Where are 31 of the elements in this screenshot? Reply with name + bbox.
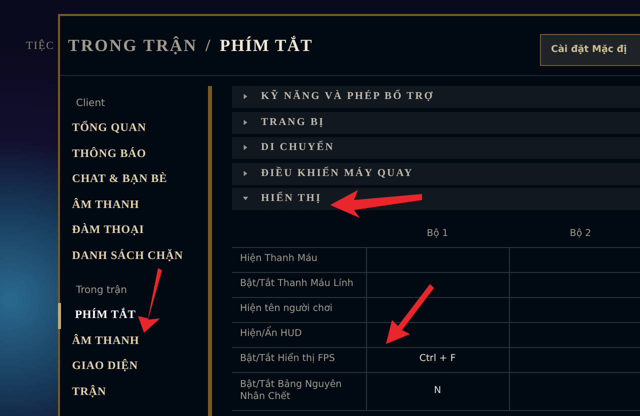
section-header[interactable]: TRANG BỊ: [232, 112, 640, 134]
column-header: Bộ 2: [509, 222, 640, 247]
action-label: Hiện tên người chơi: [232, 297, 366, 322]
sidebar-item[interactable]: ÂM THANH: [60, 328, 208, 354]
sidebar-item[interactable]: ÂM THANH: [60, 192, 208, 218]
sidebar-item[interactable]: ĐÀM THOẠI: [60, 218, 208, 244]
action-label: Bật/Tắt Bảng Nguyên Nhân Chết: [232, 372, 366, 410]
section-header[interactable]: DI CHUYỂN: [232, 137, 640, 159]
sidebar-item[interactable]: GIAO DIỆN: [60, 354, 208, 380]
sidebar-item[interactable]: TỔNG QUAN: [60, 116, 208, 142]
group-label: Client: [75, 97, 106, 111]
sidebar-item[interactable]: THÔNG BÁO: [60, 142, 208, 167]
page-title: PHÍM TẮT: [220, 34, 313, 57]
action-label: Bật/Tắt Thanh Máu Lính: [232, 272, 366, 297]
column-header: Bộ 1: [366, 222, 509, 247]
section-header[interactable]: HIỂN THỊ: [232, 188, 640, 210]
action-label: Hiện Thanh Máu: [232, 247, 366, 272]
action-label: Bật/Tắt Hiển thị FPS: [232, 347, 366, 372]
section-header[interactable]: ĐIỀU KHIỂN MÁY QUAY: [232, 162, 640, 184]
breadcrumb-parent: TRONG TRẬN: [68, 34, 198, 57]
keybind-cell[interactable]: Ctrl + F: [366, 347, 509, 372]
sidebar-item[interactable]: TRẬN: [60, 380, 208, 405]
keybind-cell[interactable]: N: [366, 372, 509, 410]
restore-defaults-button[interactable]: Cài đặt Mặc đị: [540, 34, 640, 66]
group-label: Trong trận: [75, 284, 128, 298]
breadcrumb-separator: /: [205, 34, 212, 57]
action-label: Hiện/Ẩn HUD: [232, 322, 366, 347]
sidebar-item[interactable]: DANH SÁCH CHẶN: [60, 244, 208, 269]
tab-label: TIỆC: [26, 38, 54, 54]
sidebar-item[interactable]: CHAT & BẠN BÈ: [60, 167, 208, 192]
section-header[interactable]: KỸ NĂNG VÀ PHÉP BỔ TRỢ: [232, 86, 640, 108]
